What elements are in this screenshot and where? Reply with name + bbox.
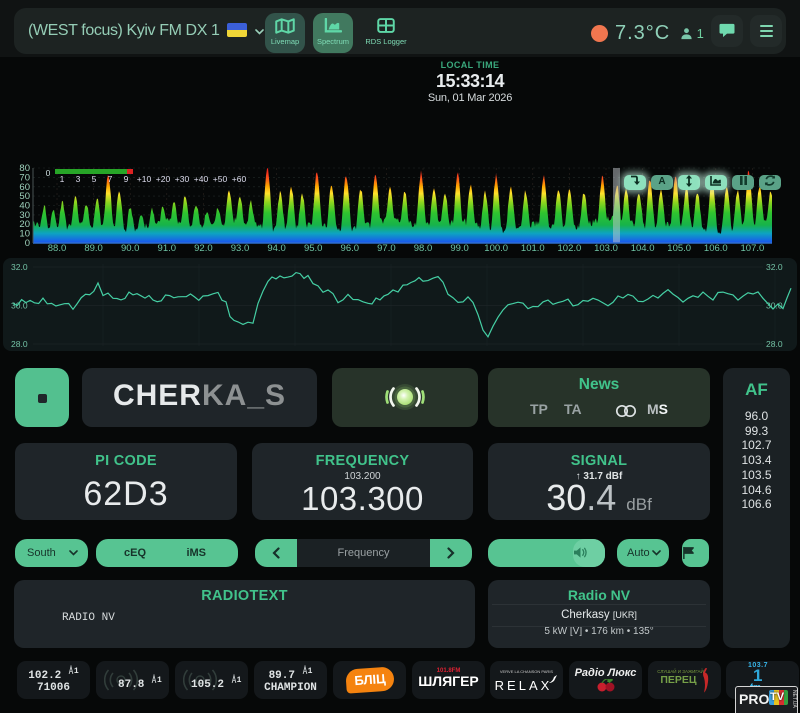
- svg-text:+20: +20: [156, 174, 171, 184]
- svg-text:99.0: 99.0: [450, 243, 469, 254]
- svg-text:32.0: 32.0: [11, 262, 28, 272]
- svg-text:100.0: 100.0: [484, 243, 508, 254]
- svg-text:1: 1: [60, 174, 65, 184]
- svg-text:104.0: 104.0: [631, 243, 655, 254]
- svg-text:97.0: 97.0: [377, 243, 396, 254]
- svg-text:102.0: 102.0: [558, 243, 582, 254]
- svg-text:30: 30: [19, 210, 30, 221]
- svg-text:+40: +40: [194, 174, 209, 184]
- svg-text:28.0: 28.0: [11, 339, 28, 349]
- svg-text:107.0: 107.0: [741, 243, 765, 254]
- svg-text:0: 0: [46, 168, 51, 178]
- svg-text:60: 60: [19, 182, 30, 193]
- svg-text:92.0: 92.0: [194, 243, 213, 254]
- svg-text:+60: +60: [232, 174, 247, 184]
- svg-text:+30: +30: [175, 174, 190, 184]
- svg-text:89.0: 89.0: [84, 243, 103, 254]
- svg-text:91.0: 91.0: [158, 243, 177, 254]
- svg-text:70: 70: [19, 172, 30, 183]
- svg-text:93.0: 93.0: [231, 243, 250, 254]
- svg-text:95.0: 95.0: [304, 243, 323, 254]
- svg-text:98.0: 98.0: [414, 243, 433, 254]
- svg-text:+10: +10: [137, 174, 152, 184]
- svg-text:90.0: 90.0: [121, 243, 140, 254]
- svg-text:96.0: 96.0: [341, 243, 360, 254]
- svg-text:80: 80: [19, 163, 30, 174]
- svg-text:3: 3: [76, 174, 81, 184]
- svg-text:105.0: 105.0: [667, 243, 691, 254]
- svg-text:0: 0: [25, 238, 30, 249]
- svg-text:10: 10: [19, 229, 30, 240]
- svg-text:94.0: 94.0: [267, 243, 286, 254]
- svg-text:+50: +50: [213, 174, 228, 184]
- svg-text:106.0: 106.0: [704, 243, 728, 254]
- svg-text:101.0: 101.0: [521, 243, 545, 254]
- svg-text:32.0: 32.0: [766, 262, 783, 272]
- svg-text:7: 7: [108, 174, 113, 184]
- svg-text:9: 9: [124, 174, 129, 184]
- svg-text:28.0: 28.0: [766, 339, 783, 349]
- svg-text:103.0: 103.0: [594, 243, 618, 254]
- svg-text:5: 5: [92, 174, 97, 184]
- svg-text:40: 40: [19, 201, 30, 212]
- svg-text:88.0: 88.0: [48, 243, 67, 254]
